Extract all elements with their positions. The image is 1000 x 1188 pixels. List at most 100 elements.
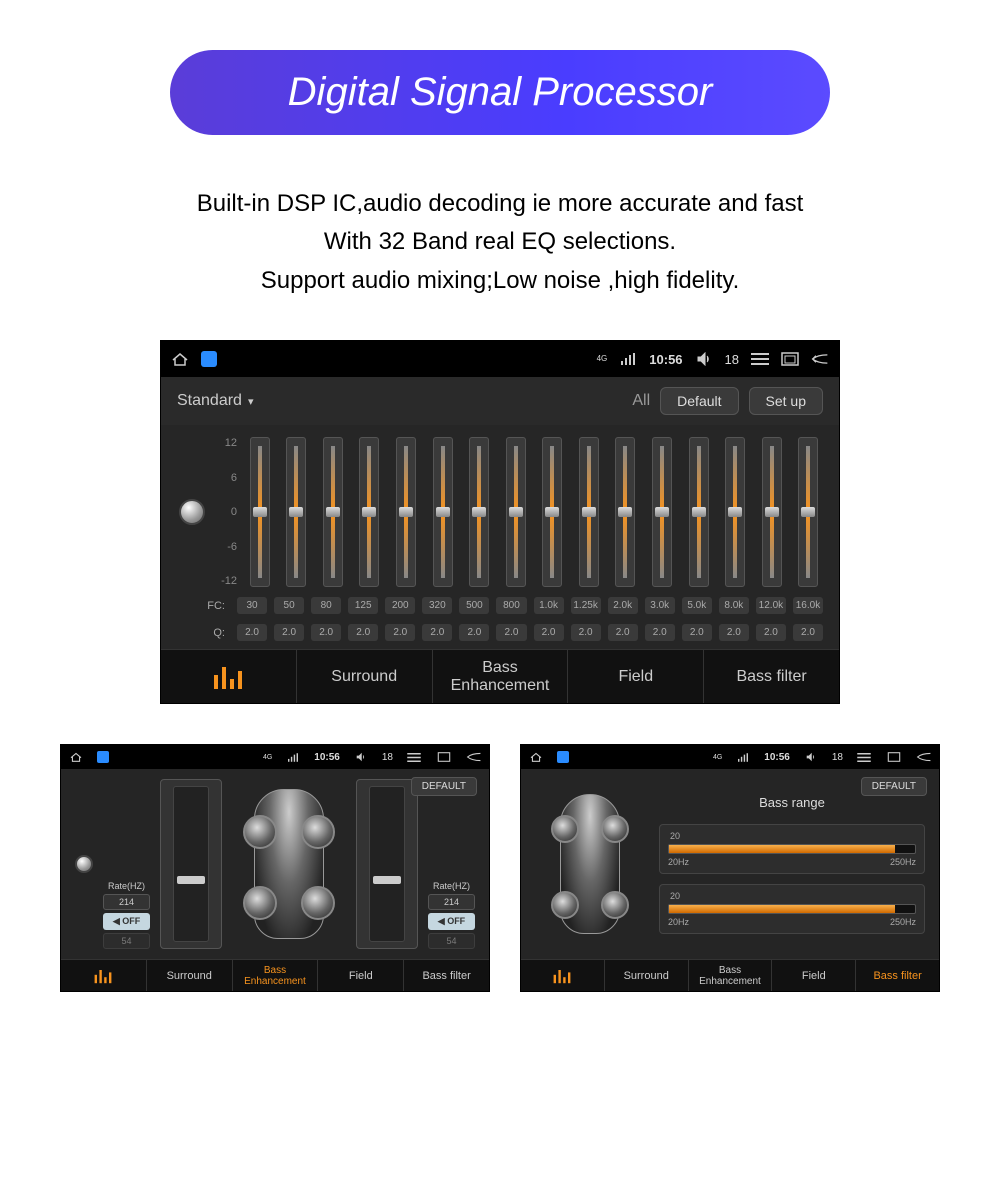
q-value[interactable]: 2.0 [608, 624, 638, 641]
eq-slider[interactable] [506, 437, 526, 587]
fc-value[interactable]: 16.0k [793, 597, 823, 614]
default-button[interactable]: DEFAULT [411, 777, 477, 796]
preset-dropdown[interactable]: Standard ▾ [177, 392, 253, 410]
q-value[interactable]: 2.0 [237, 624, 267, 641]
q-value[interactable]: 2.0 [571, 624, 601, 641]
tab-bass-filter[interactable]: Bass filter [404, 960, 489, 991]
q-value[interactable]: 2.0 [385, 624, 415, 641]
tab-bass-enhancement[interactable]: BassEnhancement [233, 960, 319, 991]
q-value[interactable]: 2.0 [534, 624, 564, 641]
eq-slider[interactable] [652, 437, 672, 587]
eq-slider[interactable] [798, 437, 818, 587]
q-value[interactable]: 2.0 [496, 624, 526, 641]
back-icon[interactable] [811, 352, 829, 366]
bass-range-slider-1[interactable]: 20 20Hz250Hz [659, 824, 925, 874]
volume-icon[interactable] [352, 750, 370, 764]
rate-value[interactable]: 214 [428, 894, 475, 910]
q-value[interactable]: 2.0 [756, 624, 786, 641]
menu-icon[interactable] [405, 750, 423, 764]
tab-bass-filter[interactable]: Bass filter [704, 650, 839, 703]
tab-eq[interactable] [521, 960, 605, 991]
tab-surround[interactable]: Surround [147, 960, 233, 991]
speaker-rear-right[interactable] [601, 891, 629, 919]
speaker-rear-left[interactable] [551, 891, 579, 919]
tab-eq[interactable] [61, 960, 147, 991]
fc-value[interactable]: 8.0k [719, 597, 749, 614]
fc-value[interactable]: 12.0k [756, 597, 786, 614]
q-value[interactable]: 2.0 [719, 624, 749, 641]
eq-slider[interactable] [359, 437, 379, 587]
fc-value[interactable]: 125 [348, 597, 378, 614]
fc-value[interactable]: 1.0k [534, 597, 564, 614]
fc-value[interactable]: 2.0k [608, 597, 638, 614]
fc-value[interactable]: 320 [422, 597, 452, 614]
fc-value[interactable]: 3.0k [645, 597, 675, 614]
back-icon[interactable] [915, 750, 933, 764]
speaker-front-right[interactable] [301, 815, 335, 849]
speaker-rear-right[interactable] [301, 886, 335, 920]
recent-icon[interactable] [781, 352, 799, 366]
eq-slider[interactable] [469, 437, 489, 587]
fc-value[interactable]: 200 [385, 597, 415, 614]
q-value[interactable]: 2.0 [311, 624, 341, 641]
bass-range-slider-2[interactable]: 20 20Hz250Hz [659, 884, 925, 934]
eq-slider[interactable] [250, 437, 270, 587]
volume-icon[interactable] [695, 352, 713, 366]
tab-field[interactable]: Field [772, 960, 856, 991]
recent-icon[interactable] [885, 750, 903, 764]
right-meter[interactable] [356, 779, 418, 949]
tab-bass-filter[interactable]: Bass filter [856, 960, 939, 991]
q-value[interactable]: 2.0 [793, 624, 823, 641]
fc-value[interactable]: 1.25k [571, 597, 601, 614]
eq-slider[interactable] [689, 437, 709, 587]
setup-button[interactable]: Set up [749, 387, 823, 415]
off-toggle[interactable]: ◀ OFF [428, 913, 475, 930]
back-icon[interactable] [465, 750, 483, 764]
q-value[interactable]: 2.0 [274, 624, 304, 641]
home-icon[interactable] [67, 750, 85, 764]
home-icon[interactable] [171, 352, 189, 366]
eq-slider[interactable] [433, 437, 453, 587]
off-toggle[interactable]: ◀ OFF [103, 913, 150, 930]
fc-value[interactable]: 800 [496, 597, 526, 614]
tab-surround[interactable]: Surround [605, 960, 689, 991]
side-knob[interactable] [75, 855, 93, 873]
q-value[interactable]: 2.0 [682, 624, 712, 641]
home-icon[interactable] [527, 750, 545, 764]
fc-value[interactable]: 50 [274, 597, 304, 614]
preamp-knob[interactable] [179, 499, 205, 525]
tab-field[interactable]: Field [318, 960, 404, 991]
q-value[interactable]: 2.0 [422, 624, 452, 641]
eq-slider[interactable] [615, 437, 635, 587]
fc-value[interactable]: 500 [459, 597, 489, 614]
speaker-rear-left[interactable] [243, 886, 277, 920]
menu-icon[interactable] [855, 750, 873, 764]
fc-value[interactable]: 30 [237, 597, 267, 614]
speaker-front-right[interactable] [601, 815, 629, 843]
eq-slider[interactable] [323, 437, 343, 587]
q-value[interactable]: 2.0 [459, 624, 489, 641]
eq-slider[interactable] [762, 437, 782, 587]
tab-bass-enhancement[interactable]: BassEnhancement [689, 960, 773, 991]
all-button[interactable]: All [632, 392, 650, 410]
fc-value[interactable]: 5.0k [682, 597, 712, 614]
tab-bass-enhancement[interactable]: BassEnhancement [433, 650, 569, 703]
recent-icon[interactable] [435, 750, 453, 764]
speaker-front-left[interactable] [243, 815, 277, 849]
left-meter[interactable] [160, 779, 222, 949]
menu-icon[interactable] [751, 352, 769, 366]
fc-value[interactable]: 80 [311, 597, 341, 614]
default-button[interactable]: DEFAULT [861, 777, 927, 796]
eq-slider[interactable] [286, 437, 306, 587]
tab-surround[interactable]: Surround [297, 650, 433, 703]
eq-slider[interactable] [725, 437, 745, 587]
eq-slider[interactable] [396, 437, 416, 587]
volume-icon[interactable] [802, 750, 820, 764]
speaker-front-left[interactable] [551, 815, 579, 843]
tab-eq[interactable] [161, 650, 297, 703]
rate-value[interactable]: 214 [103, 894, 150, 910]
q-value[interactable]: 2.0 [348, 624, 378, 641]
tab-field[interactable]: Field [568, 650, 704, 703]
eq-slider[interactable] [579, 437, 599, 587]
eq-slider[interactable] [542, 437, 562, 587]
